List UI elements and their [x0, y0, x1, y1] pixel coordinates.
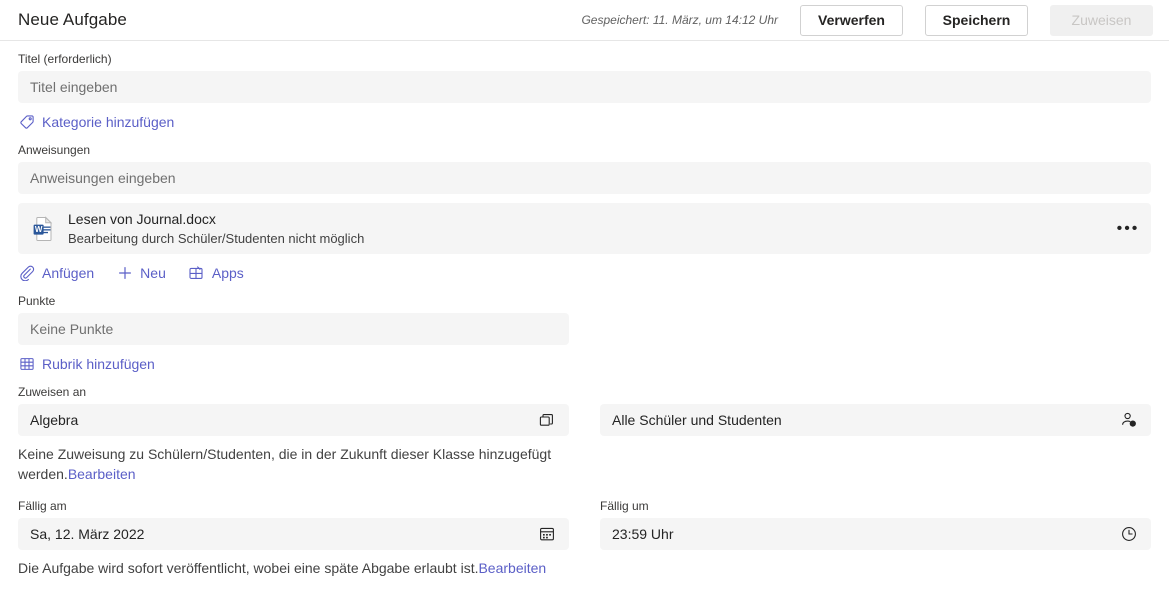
add-category-label: Kategorie hinzufügen: [42, 114, 175, 130]
points-field-label: Punkte: [18, 294, 56, 308]
instructions-input-placeholder: Anweisungen eingeben: [30, 170, 176, 186]
header-button-group: Verwerfen Speichern Zuweisen: [800, 4, 1153, 36]
points-input[interactable]: Keine Punkte: [18, 313, 569, 345]
class-select-value: Algebra: [30, 412, 79, 428]
students-select[interactable]: Alle Schüler und Studenten: [600, 404, 1151, 436]
word-document-icon: W: [32, 215, 56, 242]
page-title: Neue Aufgabe: [18, 10, 127, 29]
header-actions: Gespeichert: 11. März, um 14:12 Uhr Verw…: [581, 4, 1153, 36]
due-date-col: Fällig am Sa, 12. März 2022: [18, 498, 569, 550]
paperclip-icon: [18, 265, 35, 282]
multiple-classes-icon[interactable]: [537, 410, 557, 430]
apps-link[interactable]: Apps: [188, 263, 244, 283]
assign-to-row: Algebra Alle Schüler und Studenten: [18, 404, 1151, 436]
assign-helper-text: Keine Zuweisung zu Schülern/Studenten, d…: [18, 444, 578, 484]
title-field-label: Titel (erforderlich): [18, 52, 112, 66]
new-label: Neu: [140, 265, 166, 281]
assign-students-col: Alle Schüler und Studenten: [600, 404, 1151, 436]
save-button[interactable]: Speichern: [925, 4, 1028, 36]
due-time-value: 23:59 Uhr: [612, 526, 674, 542]
instructions-field-label: Anweisungen: [18, 143, 91, 157]
due-date-value: Sa, 12. März 2022: [30, 526, 145, 542]
due-row: Fällig am Sa, 12. März 2022 Fällig um 23…: [18, 498, 1151, 550]
tag-icon: [18, 114, 35, 131]
due-date-label: Fällig am: [18, 499, 67, 513]
attachment-title: Lesen von Journal.docx: [68, 211, 216, 227]
publish-note-text: Die Aufgabe wird sofort veröffentlicht, …: [18, 560, 479, 576]
category-row: Kategorie hinzufügen: [18, 112, 1151, 132]
apps-label: Apps: [211, 265, 244, 281]
class-select[interactable]: Algebra: [18, 404, 569, 436]
attachment-texts: Lesen von Journal.docx Bearbeitung durch…: [68, 210, 364, 247]
assignment-form: Titel (erforderlich) Titel eingeben Kate…: [0, 41, 1169, 578]
more-options-icon[interactable]: •••: [1111, 212, 1145, 246]
assign-class-col: Algebra: [18, 404, 569, 436]
attach-link[interactable]: Anfügen: [18, 263, 94, 283]
title-input[interactable]: Titel eingeben: [18, 71, 1151, 103]
add-rubric-link[interactable]: Rubrik hinzufügen: [18, 354, 155, 374]
due-date-input[interactable]: Sa, 12. März 2022: [18, 518, 569, 550]
attachment-card[interactable]: W Lesen von Journal.docx Bearbeitung dur…: [18, 203, 1151, 254]
page-header: Neue Aufgabe Gespeichert: 11. März, um 1…: [0, 0, 1169, 41]
person-add-icon[interactable]: [1119, 410, 1139, 430]
attachment-subtitle: Bearbeitung durch Schüler/Studenten nich…: [68, 231, 365, 246]
add-rubric-label: Rubrik hinzufügen: [42, 356, 155, 372]
title-input-placeholder: Titel eingeben: [30, 79, 118, 95]
clock-icon[interactable]: [1119, 524, 1139, 544]
assign-to-label: Zuweisen an: [18, 385, 87, 399]
calendar-icon[interactable]: [537, 524, 557, 544]
rubric-row: Rubrik hinzufügen: [18, 354, 1151, 374]
attach-label: Anfügen: [42, 265, 95, 281]
apps-grid-icon: [188, 265, 205, 282]
due-time-input[interactable]: 23:59 Uhr: [600, 518, 1151, 550]
due-time-col: Fällig um 23:59 Uhr: [600, 498, 1151, 550]
assign-helper-edit-link[interactable]: Bearbeiten: [68, 466, 136, 482]
due-time-label: Fällig um: [600, 499, 649, 513]
saved-status: Gespeichert: 11. März, um 14:12 Uhr: [581, 13, 778, 27]
discard-button[interactable]: Verwerfen: [800, 4, 903, 36]
attachment-actions-row: Anfügen Neu Apps: [18, 263, 1151, 283]
plus-icon: [116, 265, 133, 282]
assign-button[interactable]: Zuweisen: [1050, 4, 1153, 36]
svg-text:W: W: [35, 225, 43, 234]
publish-note-edit-link[interactable]: Bearbeiten: [478, 560, 546, 576]
instructions-input[interactable]: Anweisungen eingeben: [18, 162, 1151, 194]
rubric-grid-icon: [18, 356, 35, 373]
add-category-link[interactable]: Kategorie hinzufügen: [18, 112, 174, 132]
publish-note: Die Aufgabe wird sofort veröffentlicht, …: [18, 558, 1018, 578]
points-input-placeholder: Keine Punkte: [30, 321, 114, 337]
new-link[interactable]: Neu: [116, 263, 166, 283]
students-select-value: Alle Schüler und Studenten: [612, 412, 782, 428]
